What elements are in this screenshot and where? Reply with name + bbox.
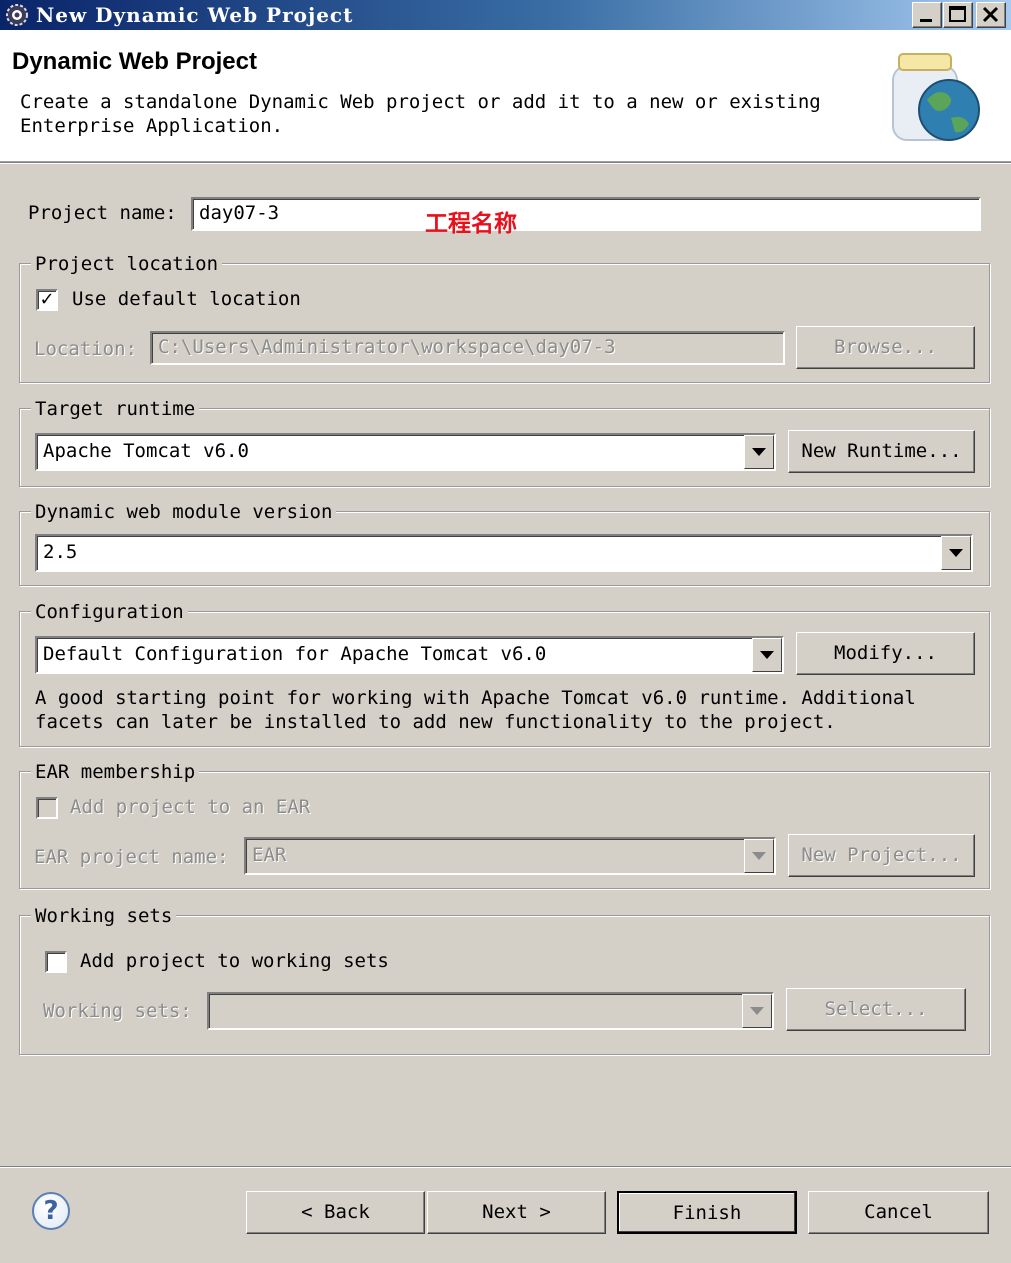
footer-separator bbox=[0, 1166, 1011, 1168]
working-sets-label: Working sets: bbox=[43, 1000, 192, 1022]
chevron-down-icon[interactable] bbox=[742, 994, 772, 1028]
close-icon bbox=[982, 6, 999, 23]
ear-project-name-value: EAR bbox=[252, 844, 287, 866]
minimize-icon bbox=[920, 19, 932, 22]
next-button[interactable]: Next > bbox=[427, 1191, 606, 1234]
new-ear-project-button[interactable]: New Project... bbox=[788, 834, 975, 877]
use-default-location-label: Use default location bbox=[72, 288, 301, 310]
title-bar[interactable]: New Dynamic Web Project bbox=[0, 0, 1011, 30]
ear-membership-legend: EAR membership bbox=[31, 761, 200, 783]
target-runtime-value: Apache Tomcat v6.0 bbox=[43, 440, 249, 462]
header-separator bbox=[0, 162, 1011, 164]
help-question-icon[interactable]: ? bbox=[32, 1192, 70, 1230]
minimize-button[interactable] bbox=[912, 2, 942, 28]
working-sets-legend: Working sets bbox=[31, 905, 177, 927]
modify-button[interactable]: Modify... bbox=[796, 632, 975, 675]
close-button[interactable] bbox=[976, 2, 1006, 28]
eclipse-gear-icon bbox=[6, 4, 28, 26]
configuration-legend: Configuration bbox=[31, 601, 188, 623]
finish-button[interactable]: Finish bbox=[617, 1191, 797, 1234]
add-to-ear-label: Add project to an EAR bbox=[70, 796, 311, 818]
project-name-input[interactable]: day07-3 bbox=[191, 197, 981, 231]
add-to-working-sets-label: Add project to working sets bbox=[80, 950, 389, 972]
target-runtime-legend: Target runtime bbox=[31, 398, 200, 420]
add-to-ear-checkbox[interactable] bbox=[36, 797, 58, 819]
target-runtime-select[interactable]: Apache Tomcat v6.0 bbox=[35, 433, 776, 471]
browse-button[interactable]: Browse... bbox=[796, 326, 975, 369]
add-to-working-sets-checkbox[interactable] bbox=[45, 951, 67, 973]
configuration-select[interactable]: Default Configuration for Apache Tomcat … bbox=[35, 636, 784, 674]
configuration-description: A good starting point for working with A… bbox=[35, 687, 916, 733]
module-version-select[interactable]: 2.5 bbox=[35, 534, 973, 572]
cancel-button[interactable]: Cancel bbox=[808, 1191, 989, 1234]
ear-project-name-select[interactable]: EAR bbox=[244, 837, 776, 875]
chevron-down-icon[interactable] bbox=[752, 638, 782, 672]
project-name-annotation: 工程名称 bbox=[425, 211, 517, 237]
location-label: Location: bbox=[34, 338, 137, 360]
back-button[interactable]: < Back bbox=[246, 1191, 425, 1234]
web-project-jar-globe-icon bbox=[892, 53, 980, 141]
working-sets-group bbox=[19, 915, 990, 1055]
new-runtime-button[interactable]: New Runtime... bbox=[788, 430, 975, 473]
page-description: Create a standalone Dynamic Web project … bbox=[20, 91, 821, 137]
module-version-value: 2.5 bbox=[43, 541, 78, 563]
configuration-value: Default Configuration for Apache Tomcat … bbox=[43, 643, 547, 665]
use-default-location-checkbox[interactable]: ✓ bbox=[36, 289, 58, 311]
chevron-down-icon[interactable] bbox=[941, 536, 971, 570]
project-name-label: Project name: bbox=[28, 202, 177, 224]
chevron-down-icon[interactable] bbox=[744, 435, 774, 469]
maximize-icon bbox=[949, 6, 966, 22]
location-input[interactable]: C:\Users\Administrator\workspace\day07-3 bbox=[150, 331, 785, 365]
working-sets-select[interactable] bbox=[207, 992, 774, 1030]
project-location-legend: Project location bbox=[31, 253, 223, 275]
window-title: New Dynamic Web Project bbox=[36, 3, 354, 27]
chevron-down-icon[interactable] bbox=[744, 839, 774, 873]
module-version-legend: Dynamic web module version bbox=[31, 501, 337, 523]
ear-project-name-label: EAR project name: bbox=[34, 846, 229, 868]
select-working-sets-button[interactable]: Select... bbox=[786, 988, 966, 1031]
maximize-button[interactable] bbox=[943, 2, 973, 28]
page-title: Dynamic Web Project bbox=[12, 48, 257, 75]
